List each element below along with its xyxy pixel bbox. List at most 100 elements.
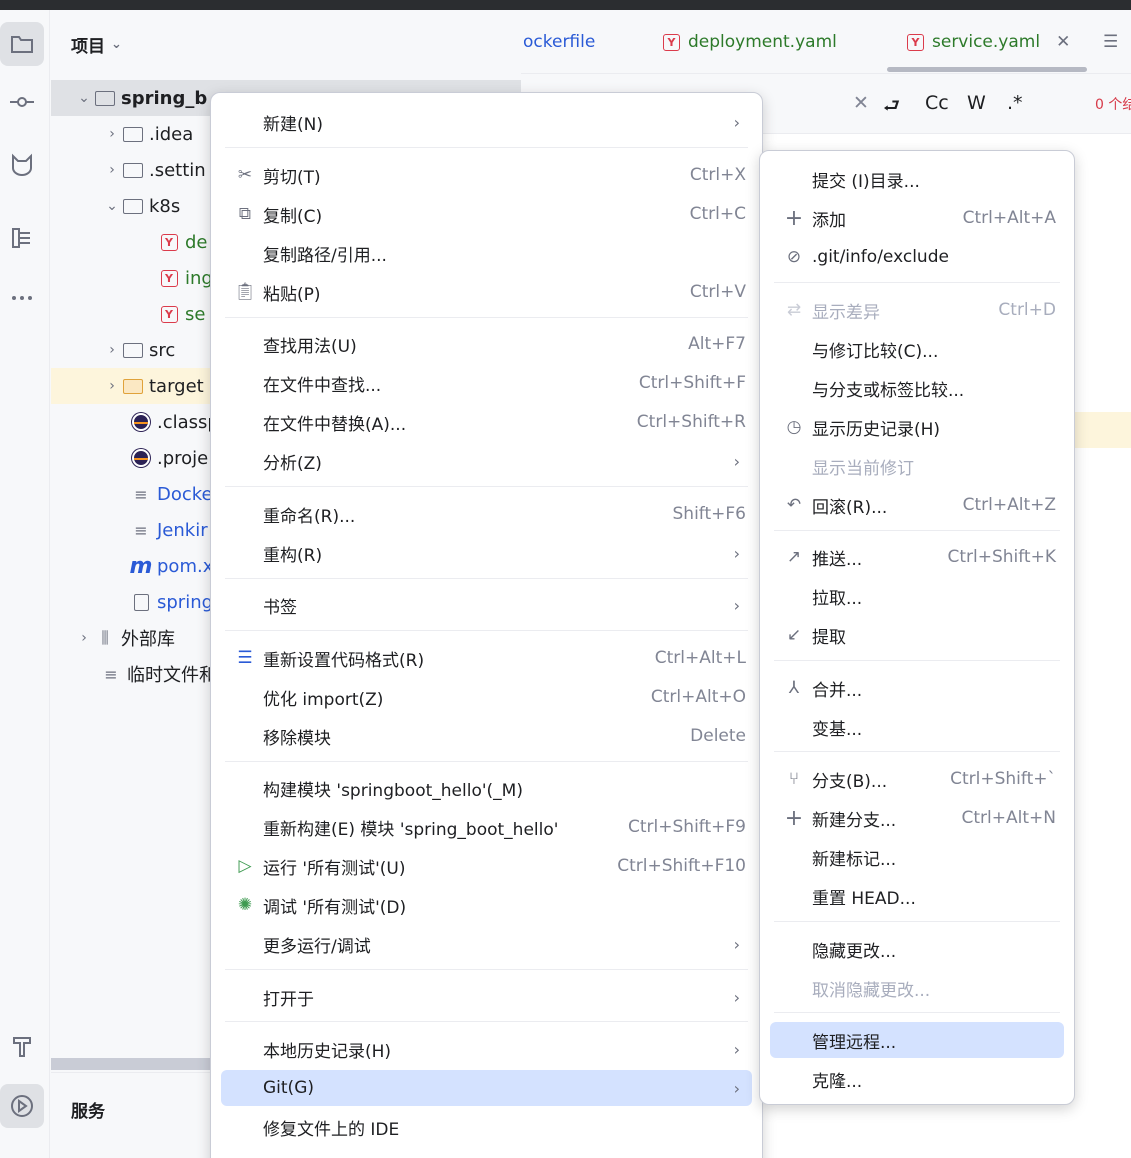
menu-item-optimize-imports[interactable]: 优化 import(Z) Ctrl+Alt+O (221, 679, 752, 715)
chevron-right-icon: › (733, 451, 740, 471)
menu-item-copy[interactable]: ⧉ 复制(C) Ctrl+C (221, 196, 752, 232)
menu-separator (225, 1021, 748, 1022)
menu-item-label: 重新设置代码格式(R) (263, 650, 425, 671)
chevron-right-icon: › (109, 378, 115, 394)
newline-icon[interactable]: ⮐ (883, 92, 900, 124)
commit-tool-button[interactable] (0, 80, 44, 124)
tree-item-label: 外部库 (121, 629, 175, 650)
chevron-right-icon: › (733, 595, 740, 615)
folder-icon (121, 376, 145, 396)
menu-item-reformat-code[interactable]: ☰ 重新设置代码格式(R) Ctrl+Alt+L (221, 640, 752, 676)
menu-item-merge[interactable]: ⅄ 合并... (770, 670, 1064, 706)
services-tool-button[interactable] (0, 1084, 44, 1128)
project-panel-title: 项目 (71, 37, 105, 57)
menu-item-unstash[interactable]: 取消隐藏更改... (770, 970, 1064, 1006)
pull-request-tool-button[interactable] (0, 142, 44, 186)
tab-dockerfile[interactable]: ockerfile (523, 32, 595, 52)
maven-icon: m (129, 553, 153, 579)
menu-item-stash[interactable]: 隐藏更改... (770, 931, 1064, 967)
menu-item-find-in-files[interactable]: 在文件中查找... Ctrl+Shift+F (221, 365, 752, 401)
menu-item-more-run-debug[interactable]: 更多运行/调试 › (221, 926, 752, 962)
project-panel-header[interactable]: 项目 ⌄ (71, 32, 122, 57)
menu-item-shortcut: Ctrl+Shift+F10 (617, 856, 746, 876)
menu-item-new[interactable]: 新建(N) › (221, 104, 752, 140)
menu-item-label: 粘贴(P) (263, 284, 321, 305)
menu-item-label: 推送... (812, 549, 863, 570)
whole-word-button[interactable]: W (967, 92, 986, 114)
chevron-right-icon: › (733, 1039, 740, 1059)
tab-service[interactable]: Y service.yaml ✕ (907, 32, 1070, 52)
cat-icon (12, 153, 32, 176)
project-tool-button[interactable] (0, 22, 44, 66)
menu-item-shortcut: Ctrl+Shift+R (636, 412, 746, 432)
chevron-right-icon: › (109, 162, 115, 178)
menu-item-show-current-revision[interactable]: 显示当前修订 (770, 448, 1064, 484)
menu-item-label: 新建分支... (812, 810, 897, 831)
menu-item-show-history[interactable]: ◷ 显示历史记录(H) (770, 409, 1064, 445)
menu-item-label: 显示差异 (812, 302, 880, 323)
menu-item-branches[interactable]: ⑂ 分支(B)... Ctrl+Shift+` (770, 761, 1064, 797)
menu-item-compare-branch[interactable]: 与分支或标签比较... (770, 370, 1064, 406)
menu-item-rebase[interactable]: 变基... (770, 709, 1064, 745)
menu-item-fix-ide[interactable]: 修复文件上的 IDE (221, 1109, 752, 1145)
plus-icon: + (784, 805, 804, 831)
horizontal-scrollbar[interactable] (51, 1058, 211, 1070)
context-menu: 新建(N) › ✂ 剪切(T) Ctrl+X ⧉ 复制(C) Ctrl+C 复制… (210, 92, 763, 1158)
editor-tabs: ockerfile Y deployment.yaml Y service.ya… (521, 10, 1131, 74)
menu-item-push[interactable]: ↗ 推送... Ctrl+Shift+K (770, 539, 1064, 575)
menu-item-find-usages[interactable]: 查找用法(U) Alt+F7 (221, 326, 752, 362)
menu-item-analyze[interactable]: 分析(Z) › (221, 443, 752, 479)
menu-item-build-module[interactable]: 构建模块 'springboot_hello'(_M) (221, 770, 752, 806)
clear-icon[interactable]: ✕ (853, 92, 869, 114)
menu-item-new-branch[interactable]: + 新建分支... Ctrl+Alt+N (770, 800, 1064, 836)
menu-item-copy-path[interactable]: 复制路径/引用... (221, 235, 752, 271)
menu-item-label: Git(G) (263, 1078, 314, 1098)
menu-item-label: 分支(B)... (812, 771, 888, 792)
menu-item-cut[interactable]: ✂ 剪切(T) Ctrl+X (221, 157, 752, 193)
menu-item-reset-head[interactable]: 重置 HEAD... (770, 878, 1064, 914)
menu-separator (225, 578, 748, 579)
menu-item-rename[interactable]: 重命名(R)... Shift+F6 (221, 496, 752, 532)
menu-item-rollback[interactable]: ↶ 回滚(R)... Ctrl+Alt+Z (770, 487, 1064, 523)
menu-item-debug-tests[interactable]: ✺ 调试 '所有测试'(D) (221, 887, 752, 923)
menu-item-git[interactable]: Git(G) › (221, 1070, 752, 1106)
close-icon[interactable]: ✕ (1056, 32, 1070, 52)
menu-item-show-diff[interactable]: ⇄ 显示差异 Ctrl+D (770, 292, 1064, 328)
menu-item-shortcut: Ctrl+Shift+K (947, 547, 1056, 567)
menu-item-commit[interactable]: 提交 (I)目录... (770, 161, 1064, 197)
menu-item-refactor[interactable]: 重构(R) › (221, 535, 752, 571)
menu-item-replace-in-files[interactable]: 在文件中替换(A)... Ctrl+Shift+R (221, 404, 752, 440)
regex-button[interactable]: .* (1007, 92, 1023, 114)
menu-item-remove-module[interactable]: 移除模块 Delete (221, 718, 752, 754)
menu-item-label: 合并... (812, 680, 863, 701)
menu-item-label: 复制路径/引用... (263, 245, 387, 266)
structure-tool-button[interactable] (0, 216, 44, 260)
folder-icon (121, 340, 145, 360)
tree-item-label: 临时文件和 (127, 665, 217, 686)
menu-item-bookmarks[interactable]: 书签 › (221, 587, 752, 623)
menu-item-compare-revision[interactable]: 与修订比较(C)... (770, 331, 1064, 367)
module-folder-icon (93, 88, 117, 108)
match-case-button[interactable]: Cc (925, 92, 949, 114)
tab-list-button[interactable]: ☰ (1103, 32, 1118, 52)
menu-item-paste[interactable]: 📋︎ 粘贴(P) Ctrl+V (221, 274, 752, 310)
tree-item-label: Jenkir (157, 519, 208, 541)
build-tool-button[interactable] (0, 1024, 44, 1068)
services-title: 服务 (71, 1102, 105, 1122)
menu-item-exclude[interactable]: ⊘ .git/info/exclude (770, 239, 1064, 275)
menu-item-fetch[interactable]: ↙ 提取 (770, 617, 1064, 653)
more-tools-button[interactable] (0, 276, 44, 320)
menu-item-label: 显示当前修订 (812, 458, 914, 479)
scissors-icon: ✂ (237, 165, 253, 185)
tree-item-label: k8s (149, 195, 181, 217)
tab-deployment[interactable]: Y deployment.yaml (663, 32, 837, 52)
menu-item-pull[interactable]: 拉取... (770, 578, 1064, 614)
menu-item-clone[interactable]: 克隆... (770, 1061, 1064, 1097)
menu-item-new-tag[interactable]: 新建标记... (770, 839, 1064, 875)
menu-item-add[interactable]: + 添加 Ctrl+Alt+A (770, 200, 1064, 236)
menu-item-run-tests[interactable]: ▷ 运行 '所有测试'(U) Ctrl+Shift+F10 (221, 848, 752, 884)
menu-item-local-history[interactable]: 本地历史记录(H) › (221, 1031, 752, 1067)
menu-item-rebuild-module[interactable]: 重新构建(E) 模块 'spring_boot_hello' Ctrl+Shif… (221, 809, 752, 845)
menu-item-open-in[interactable]: 打开于 › (221, 979, 752, 1015)
menu-item-manage-remotes[interactable]: 管理远程... (770, 1022, 1064, 1058)
